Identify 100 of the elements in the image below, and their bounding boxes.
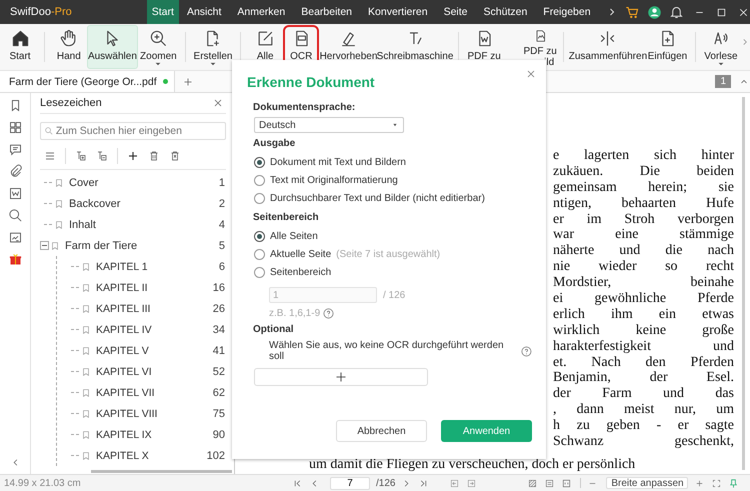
radio-button[interactable] [254, 248, 265, 260]
option-label[interactable]: Aktuelle Seite [270, 248, 332, 260]
app-name[interactable]: SwifDoo-Pro [10, 6, 72, 18]
help-icon[interactable] [521, 346, 532, 356]
radio-button[interactable] [254, 266, 265, 278]
dialog-title: Erkenne Dokument [247, 74, 376, 90]
bookmark-title[interactable]: Inhalt [69, 218, 96, 230]
page-number-field[interactable]: 7 [330, 476, 370, 490]
page-number: 102 [206, 450, 226, 462]
forward-icon[interactable] [466, 478, 478, 488]
plus-icon [335, 371, 347, 383]
pin-icon[interactable] [728, 478, 740, 488]
bookmark-title[interactable]: KAPITEL VI [96, 366, 152, 378]
page-count-badge: 1 [715, 75, 731, 88]
document-tab[interactable]: Farm der Tiere (George Or...pdf [0, 71, 175, 92]
toolbar-button[interactable]: Einfügen [646, 25, 690, 69]
panel-title: Lesezeichen [40, 97, 102, 109]
delete-all-icon[interactable] [169, 150, 181, 162]
bookmark-title[interactable]: KAPITEL V [96, 344, 149, 356]
radio-button[interactable] [254, 156, 265, 168]
bookmark-title[interactable]: KAPITEL X [96, 450, 149, 462]
page-text-line: nie wieder so recht [553, 259, 734, 276]
toolbar-button[interactable]: Zoomen [138, 25, 179, 69]
bookmark-title[interactable]: KAPITEL VII [96, 386, 155, 398]
toolbar-button[interactable]: Auswählen [86, 25, 138, 69]
toolbar-button[interactable]: PDF zu [465, 25, 504, 69]
section-heading: Seitenbereich [253, 212, 320, 223]
toolbar-button[interactable]: Hand [50, 25, 87, 69]
menu-tab[interactable]: Bearbeiten [293, 0, 360, 24]
page-number: 41 [212, 344, 226, 356]
bookmark-title[interactable]: KAPITEL VIII [96, 408, 158, 420]
search-icon[interactable] [8, 208, 22, 223]
bookmark-title[interactable]: KAPITEL II [96, 282, 148, 294]
bookmark-title[interactable]: Farm der Tiere [65, 240, 138, 252]
page-text-line: Mordstier, beinahe [553, 275, 734, 292]
page-total: / 126 [383, 290, 406, 300]
list-icon[interactable] [44, 150, 56, 162]
toolbar-button[interactable]: Schreibmaschine [378, 25, 452, 69]
avatar-icon[interactable] [646, 4, 662, 20]
signature-icon[interactable] [8, 230, 22, 245]
language-dropdown[interactable]: Deutsch [254, 117, 404, 133]
cancel-button[interactable]: Abbrechen [336, 420, 427, 442]
page-text-line: ei gewöhnliche Pferde [553, 291, 734, 307]
menu-tab[interactable]: Konvertieren [360, 0, 436, 24]
toolbar-button[interactable]: Start [2, 25, 38, 69]
option-label[interactable]: Alle Seiten [270, 230, 318, 242]
option-label[interactable]: Seitenbereich [270, 266, 332, 278]
search-field[interactable]: Zum Suchen hier eingeben [40, 122, 226, 140]
page-number: 6 [218, 260, 226, 272]
help-icon[interactable] [323, 308, 334, 319]
toolbar-button[interactable]: Hervorheben [319, 25, 378, 69]
scrollbar[interactable] [91, 470, 232, 473]
toolbar-button[interactable]: Erstellen [192, 25, 234, 69]
scrollbar[interactable] [742, 97, 745, 470]
trash-icon[interactable] [148, 150, 160, 162]
first-page-icon[interactable] [292, 478, 303, 488]
page-text-line: Benjamin, der Esel. [553, 370, 734, 386]
gift-icon[interactable] [8, 252, 22, 267]
fullscreen-icon[interactable] [711, 478, 722, 488]
toolbar-button[interactable]: Zusammenführen [570, 25, 646, 69]
bookmark-title[interactable]: KAPITEL IX [96, 428, 152, 440]
bookmark-icon [81, 366, 91, 376]
radio-button[interactable] [254, 230, 265, 242]
single-page-icon[interactable] [544, 478, 556, 488]
two-page-icon[interactable] [561, 478, 572, 488]
collapse-toggle[interactable] [40, 241, 49, 250]
back-icon[interactable] [449, 478, 460, 488]
bookmark-title[interactable]: KAPITEL 1 [96, 260, 148, 272]
menu-tab[interactable]: Ansicht [178, 0, 230, 24]
radio-button[interactable] [254, 192, 265, 204]
background-icon[interactable] [527, 478, 538, 488]
menu-tab[interactable]: Freigeben [535, 0, 599, 24]
thumbnails-icon[interactable] [8, 120, 22, 135]
menu-tab[interactable]: Seite [436, 0, 476, 24]
close-icon[interactable] [212, 97, 224, 109]
remove-child-icon[interactable] [96, 150, 108, 162]
cart-icon[interactable] [624, 4, 640, 20]
page-number: 26 [212, 302, 226, 314]
option-label[interactable]: Durchsuchbarer Text und Bilder (nicht editierbar) [270, 192, 485, 204]
menu-tab[interactable]: Anmerken [229, 0, 294, 24]
option-label[interactable]: Text mit Originalformatierung [270, 174, 398, 186]
bookmark-title[interactable]: Backcover [69, 198, 120, 210]
zoom-dropdown[interactable]: Breite anpassen [606, 477, 688, 489]
menu-tab[interactable]: Start [146, 0, 179, 24]
toolbar-button[interactable]: Vorlese [702, 25, 740, 69]
menu-tab[interactable]: Schützen [476, 0, 536, 24]
plus-icon[interactable] [127, 150, 139, 162]
radio-button[interactable] [254, 174, 265, 186]
bookmark-icon [81, 450, 91, 460]
word-icon[interactable] [8, 186, 22, 201]
toolbar-button[interactable]: Alle [247, 25, 284, 69]
bookmark-icon [81, 346, 91, 356]
option-label[interactable]: Dokument mit Text und Bildern [270, 156, 406, 168]
add-child-icon[interactable] [75, 150, 87, 162]
bell-icon[interactable] [668, 4, 684, 20]
page-number: 1 [218, 176, 226, 188]
bookmark-title[interactable]: KAPITEL III [96, 302, 150, 314]
comment-icon[interactable] [8, 142, 22, 157]
bookmark-title[interactable]: Cover [69, 176, 98, 188]
bookmark-title[interactable]: KAPITEL IV [96, 324, 152, 336]
